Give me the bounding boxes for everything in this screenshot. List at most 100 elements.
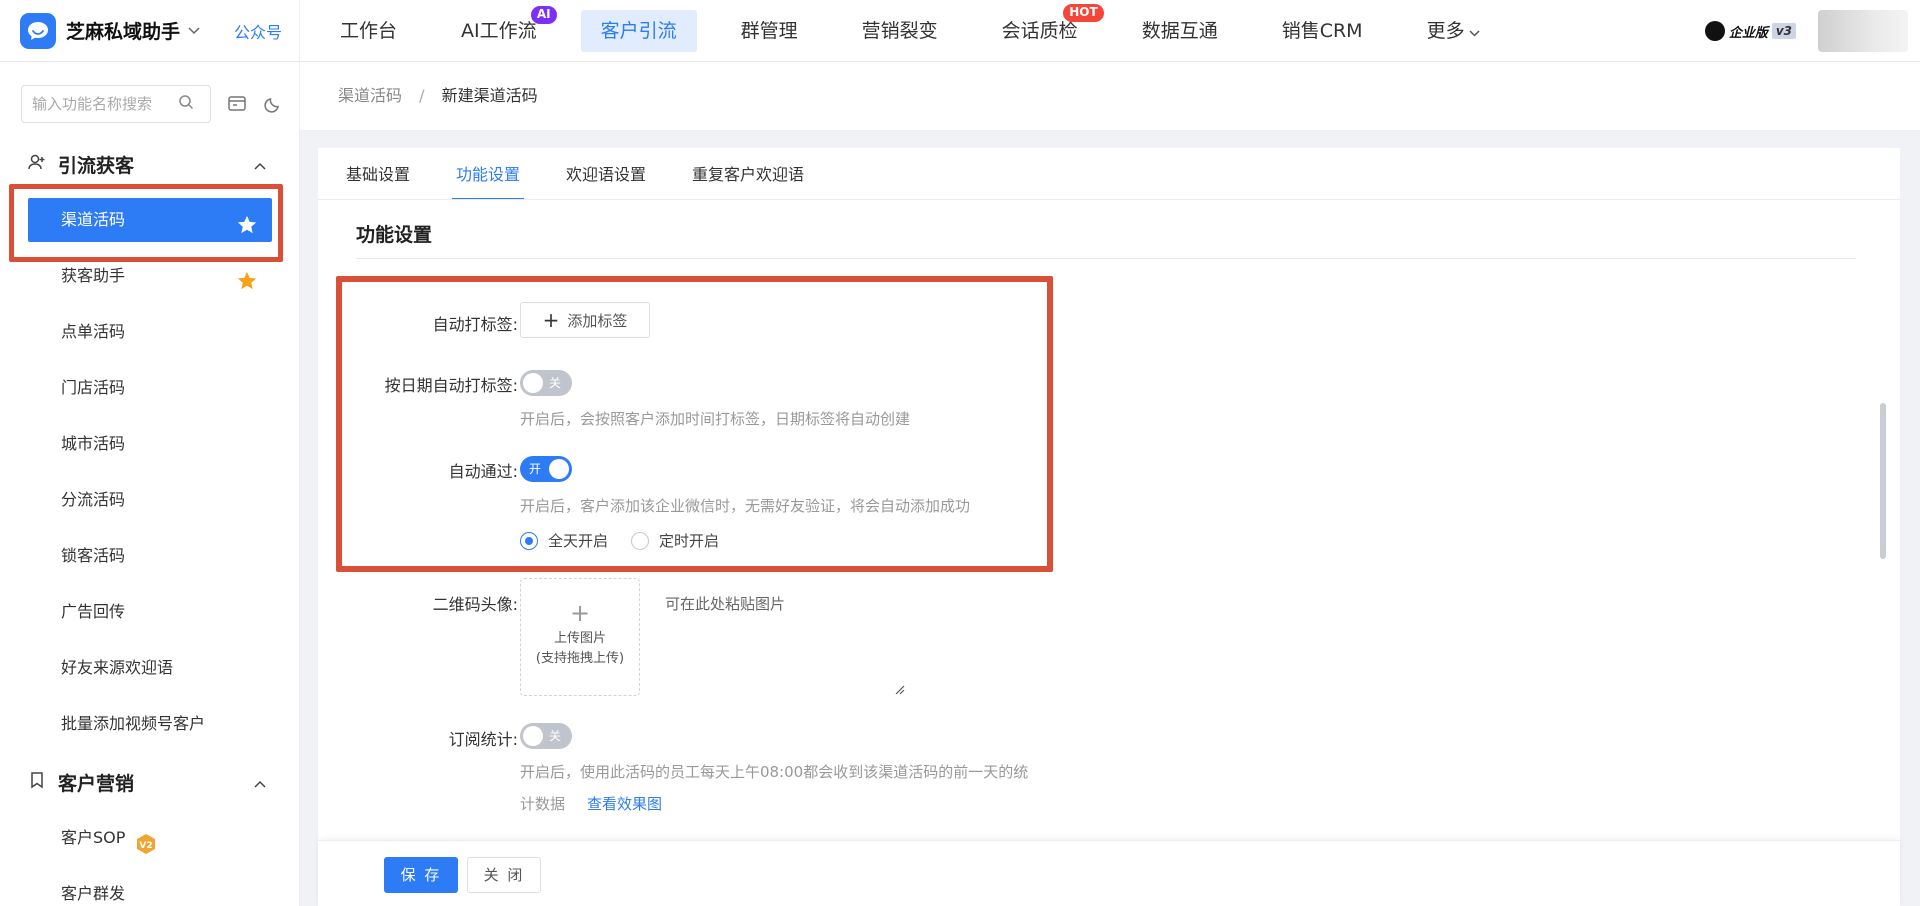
breadcrumb: 渠道活码 / 新建渠道活码 (300, 62, 1920, 130)
sidebar-item-label: 批量添加视频号客户 (61, 714, 206, 733)
settings-tabs: 基础设置 功能设置 欢迎语设置 重复客户欢迎语 (342, 148, 846, 200)
function-search-input[interactable] (32, 95, 172, 113)
subscribe-label: 订阅统计: (448, 730, 518, 749)
sidebar-item-batch-add-video[interactable]: 批量添加视频号客户 (28, 702, 272, 746)
close-button[interactable]: 关 闭 (467, 857, 541, 893)
sidebar-highlight-box (9, 184, 283, 262)
nav-label: 群管理 (740, 19, 798, 42)
sidebar-item-label: 锁客活码 (61, 546, 126, 565)
nav-group-management[interactable]: 群管理 (721, 10, 818, 52)
subscribe-hint-line1: 开启后，使用此活码的员工每天上午08:00都会收到该渠道活码的前一天的统 (520, 763, 1029, 781)
nav-marketing-fission[interactable]: 营销裂变 (842, 10, 958, 52)
bookmark-icon (28, 771, 46, 793)
tab-welcome-settings[interactable]: 欢迎语设置 (562, 148, 650, 200)
sidebar-item-order-qrcode[interactable]: 点单活码 (28, 310, 272, 354)
sidebar-item-city-qrcode[interactable]: 城市活码 (28, 422, 272, 466)
nav-label: 营销裂变 (861, 19, 938, 42)
moon-icon[interactable] (263, 94, 285, 116)
breadcrumb-parent[interactable]: 渠道活码 (338, 86, 402, 105)
image-uploader[interactable]: + 上传图片 (支持拖拽上传) (520, 578, 640, 696)
sidebar-item-lock-qrcode[interactable]: 锁客活码 (28, 534, 272, 578)
form-footer: 保 存 关 闭 (318, 840, 1900, 906)
tab-basic-settings[interactable]: 基础设置 (342, 148, 414, 200)
edition-badge[interactable]: 企业版 v3 (1704, 21, 1796, 41)
upload-subtext: (支持拖拽上传) (535, 651, 625, 666)
nav-label: 销售CRM (1281, 19, 1363, 42)
star-icon[interactable] (236, 265, 258, 290)
switch-knob (523, 726, 543, 746)
v2-badge-text: V2 (139, 841, 152, 851)
scrollbar-thumb[interactable] (1880, 403, 1886, 559)
view-demo-link[interactable]: 查看效果图 (587, 795, 662, 813)
nav-sales-crm[interactable]: 销售CRM (1262, 10, 1383, 52)
sidebar-item-label: 好友来源欢迎语 (61, 658, 174, 677)
hot-badge: HOT (1063, 3, 1104, 22)
nav-label: 工作台 (340, 19, 398, 42)
user-avatar[interactable] (1818, 10, 1908, 52)
sidebar-item-label: 门店活码 (61, 378, 126, 397)
search-icon[interactable] (178, 94, 194, 114)
switch-state-text: 关 (549, 729, 562, 743)
resize-handle-icon[interactable] (893, 680, 907, 695)
sidebar-item-label: 分流活码 (61, 490, 126, 509)
nav-label: 会话质检 (1001, 19, 1078, 42)
edition-label: 企业版 (1728, 25, 1768, 41)
function-search-box (21, 85, 211, 123)
v2-badge-icon: V2 (135, 828, 157, 854)
sidebar-item-label: 客户SOP (61, 828, 126, 847)
sidebar: 引流获客 渠道活码 获客助手 点单活码 门店活码 城市活码 分流活码 锁客活码 … (0, 62, 300, 906)
ai-badge: AI (530, 5, 557, 24)
nav-workbench[interactable]: 工作台 (320, 10, 417, 52)
breadcrumb-separator: / (419, 86, 425, 105)
nav-more[interactable]: 更多 (1407, 10, 1500, 52)
save-button[interactable]: 保 存 (384, 857, 458, 893)
tab-function-settings[interactable]: 功能设置 (452, 148, 525, 200)
section-divider (356, 258, 1856, 259)
breadcrumb-current: 新建渠道活码 (441, 86, 538, 105)
sidebar-item-customer-broadcast[interactable]: 客户群发 (28, 872, 272, 906)
chevron-down-icon (1469, 26, 1480, 40)
nav-data-interop[interactable]: 数据互通 (1122, 10, 1238, 52)
sidebar-item-split-qrcode[interactable]: 分流活码 (28, 478, 272, 522)
paste-image-area[interactable]: 可在此处粘贴图片 (665, 593, 785, 614)
sidebar-item-customer-sop[interactable]: 客户SOP V2 (28, 816, 272, 860)
nav-ai-workflow[interactable]: AI工作流 AI (441, 5, 557, 52)
tab-divider (318, 199, 1900, 200)
qr-avatar-label: 二维码头像: (432, 595, 518, 614)
wechat-work-icon (1704, 21, 1725, 41)
sidebar-item-ad-callback[interactable]: 广告回传 (28, 590, 272, 634)
sidebar-item-label: 城市活码 (61, 434, 126, 453)
public-account-link[interactable]: 公众号 (234, 19, 282, 43)
nav-label: 数据互通 (1141, 19, 1218, 42)
top-right-area: 企业版 v3 (1704, 10, 1908, 52)
card-layout-icon[interactable] (227, 94, 249, 116)
user-add-icon (28, 153, 46, 175)
nav-customer-acquisition[interactable]: 客户引流 (580, 9, 697, 52)
version-badge: v3 (1771, 23, 1796, 39)
subscribe-switch[interactable]: 关 (520, 723, 572, 749)
chevron-down-icon[interactable] (188, 24, 200, 38)
app-logo-icon[interactable] (20, 12, 56, 49)
chevron-up-icon[interactable] (254, 773, 268, 788)
app-name[interactable]: 芝麻私域助手 (66, 17, 180, 44)
function-highlight-box (336, 276, 1053, 572)
sidebar-item-source-welcome[interactable]: 好友来源欢迎语 (28, 646, 272, 690)
plus-icon: + (569, 599, 591, 627)
nav-session-qc[interactable]: 会话质检 HOT (982, 3, 1104, 52)
sidebar-item-label: 客户群发 (61, 884, 126, 903)
brand-area: 芝麻私域助手 公众号 (0, 0, 300, 62)
top-navbar: 芝麻私域助手 公众号 工作台 AI工作流 AI 客户引流 群管理 营销裂变 会话质… (0, 0, 1920, 62)
sidebar-group-marketing[interactable]: 客户营销 (28, 767, 268, 797)
nav-label: 客户引流 (600, 19, 677, 42)
sidebar-group-title: 客户营销 (58, 772, 135, 795)
upload-text: 上传图片 (553, 631, 606, 646)
sidebar-group-acquisition[interactable]: 引流获客 (28, 149, 268, 179)
sidebar-group-title: 引流获客 (58, 154, 135, 177)
tab-repeat-welcome[interactable]: 重复客户欢迎语 (688, 148, 808, 200)
sidebar-item-label: 广告回传 (61, 602, 126, 621)
chevron-up-icon[interactable] (254, 155, 268, 170)
sidebar-item-label: 点单活码 (61, 322, 126, 341)
sidebar-item-store-qrcode[interactable]: 门店活码 (28, 366, 272, 410)
sidebar-item-label: 获客助手 (61, 266, 126, 285)
section-title: 功能设置 (356, 224, 433, 246)
